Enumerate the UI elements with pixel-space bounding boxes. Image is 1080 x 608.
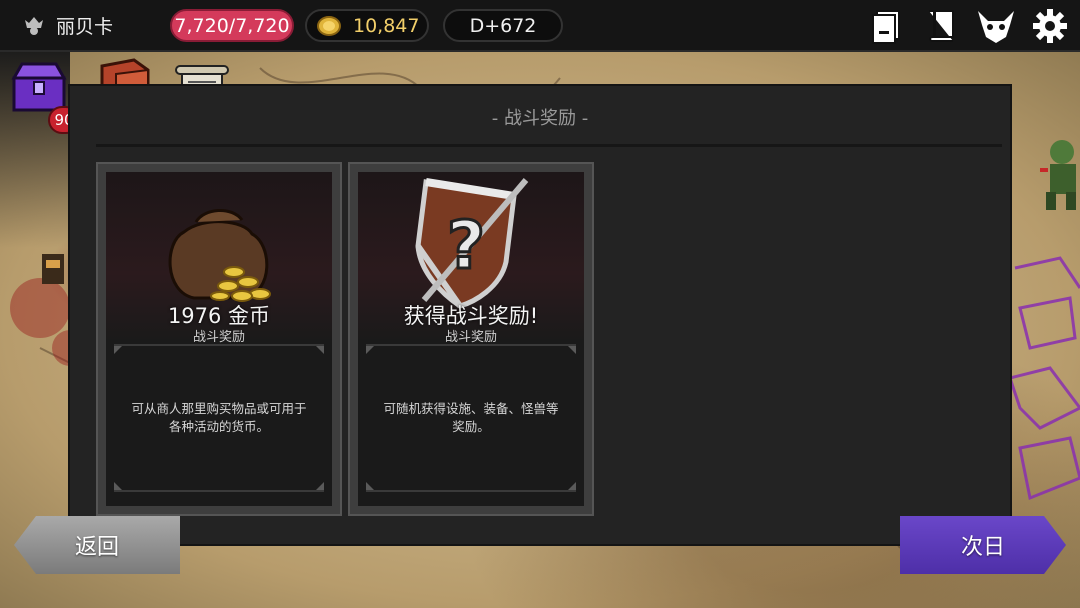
- corner-decoration: [114, 482, 122, 490]
- reward-card-battle[interactable]: ? 获得战斗奖励! 战斗奖励 可随机获得设施、装备、怪兽等奖励。: [348, 162, 594, 516]
- battle-reward-panel: - 战斗奖励 - 1976 金币 战斗奖励 可从商人那里购买物品或可用于各种活动…: [68, 84, 1012, 546]
- small-creature-sprite: [42, 254, 64, 284]
- gold-coin-icon: [317, 15, 341, 36]
- corner-decoration: [316, 482, 324, 490]
- corner-decoration: [366, 346, 374, 354]
- monster-button[interactable]: [976, 6, 1016, 46]
- corner-decoration: [114, 346, 122, 354]
- settings-button[interactable]: [1030, 6, 1070, 46]
- gold-counter: 10,847: [305, 9, 429, 42]
- hp-counter: 7,720/7,720: [170, 9, 294, 42]
- demon-skull-icon: [978, 11, 1014, 43]
- cards-button[interactable]: [868, 6, 908, 46]
- back-button-label: 返回: [74, 535, 119, 560]
- top-bar: 丽贝卡 7,720/7,720 10,847 D+672: [0, 0, 1080, 52]
- reward-description: 可从商人那里购买物品或可用于各种活动的货币。: [131, 401, 307, 434]
- player-info: 丽贝卡: [22, 12, 113, 39]
- next-day-button[interactable]: 次日: [900, 516, 1066, 574]
- corner-decoration: [316, 346, 324, 354]
- reward-subtitle: 战斗奖励: [192, 330, 245, 345]
- gold-sack-icon: [168, 209, 271, 302]
- gold-value: 10,847: [353, 14, 420, 37]
- crown-skull-icon: [25, 16, 43, 35]
- corner-decoration: [366, 482, 374, 490]
- reward-card-body: 1976 金币 战斗奖励 可从商人那里购买物品或可用于各种活动的货币。: [106, 172, 332, 506]
- reward-description-box: 可随机获得设施、装备、怪兽等奖励。: [366, 344, 576, 492]
- spellbook-icon: [929, 10, 954, 42]
- reward-subtitle: 战斗奖励: [444, 330, 497, 345]
- day-value: D+672: [469, 14, 537, 37]
- panel-title: - 战斗奖励 -: [491, 108, 589, 129]
- day-counter: D+672: [443, 9, 563, 42]
- goblin-monster-sprite: [1040, 140, 1076, 210]
- gear-icon: [1033, 9, 1067, 43]
- hp-value: 7,720/7,720: [174, 14, 290, 37]
- back-button[interactable]: 返回: [14, 516, 180, 574]
- top-menu-icons: [868, 6, 1070, 46]
- mystery-shield-icon: ?: [415, 178, 529, 309]
- reward-card-body: ? 获得战斗奖励! 战斗奖励 可随机获得设施、装备、怪兽等奖励。: [358, 172, 584, 506]
- player-name: 丽贝卡: [56, 16, 114, 38]
- reward-description: 可随机获得设施、装备、怪兽等奖励。: [383, 401, 559, 434]
- corner-decoration: [568, 346, 576, 354]
- next-day-button-label: 次日: [960, 535, 1005, 560]
- panel-divider: [96, 144, 1002, 147]
- reward-description-box: 可从商人那里购买物品或可用于各种活动的货币。: [114, 344, 324, 492]
- cards-icon: [872, 10, 900, 44]
- reward-card-gold[interactable]: 1976 金币 战斗奖励 可从商人那里购买物品或可用于各种活动的货币。: [96, 162, 342, 516]
- svg-text:?: ?: [447, 207, 485, 284]
- spellbook-button[interactable]: [922, 6, 962, 46]
- corner-decoration: [568, 482, 576, 490]
